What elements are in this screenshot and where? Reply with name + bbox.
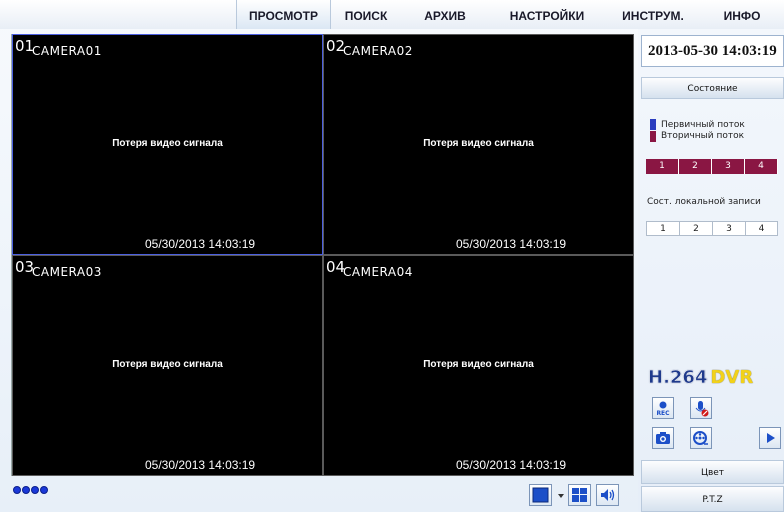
status-button[interactable]: Состояние <box>641 77 784 99</box>
playback-button[interactable] <box>690 427 712 449</box>
stream-channel-3: 3 <box>712 159 745 174</box>
top-nav-bar: ПРОСМОТР ПОИСК АРХИВ НАСТРОЙКИ ИНСТРУМ. … <box>0 0 784 29</box>
camera-name: CAMERA03 <box>32 265 102 279</box>
camera-tile-4[interactable]: 04 CAMERA04 Потеря видео сигнала 05/30/2… <box>323 255 634 476</box>
camera-tile-3[interactable]: 03 CAMERA03 Потеря видео сигнала 05/30/2… <box>12 255 323 476</box>
single-view-icon <box>532 487 549 503</box>
play-icon <box>767 433 775 443</box>
secondary-stream-swatch <box>650 131 656 142</box>
logo-dvr-text: DVR <box>710 367 754 388</box>
camera-timestamp: 05/30/2013 14:03:19 <box>456 237 567 251</box>
status-dot-4 <box>40 486 48 494</box>
rec-icon: REC <box>656 401 670 417</box>
camera-grid: 01 CAMERA01 Потеря видео сигнала 05/30/2… <box>11 34 634 476</box>
bottom-toolbar <box>11 478 634 512</box>
color-button[interactable]: Цвет <box>641 460 784 484</box>
video-loss-message: Потеря видео сигнала <box>423 138 534 149</box>
record-channel-2: 2 <box>679 221 712 236</box>
status-dot-3 <box>31 486 39 494</box>
datetime-display: 2013-05-30 14:03:19 <box>641 35 784 67</box>
playback-icon <box>693 431 708 445</box>
camera-name: CAMERA04 <box>343 265 413 279</box>
stream-channel-row: 1 2 3 4 <box>646 159 778 174</box>
tab-settings[interactable]: НАСТРОЙКИ <box>486 0 608 29</box>
right-side-panel: 2013-05-30 14:03:19 Состояние Первичный … <box>638 29 784 512</box>
volume-icon <box>601 489 615 501</box>
stream-channel-1: 1 <box>646 159 679 174</box>
camera-timestamp: 05/30/2013 14:03:19 <box>145 458 256 472</box>
camera-timestamp: 05/30/2013 14:03:19 <box>145 237 256 251</box>
stream-channel-4: 4 <box>745 159 778 174</box>
tab-tools[interactable]: ИНСТРУМ. <box>608 0 698 29</box>
status-dot-2 <box>22 486 30 494</box>
tab-archive[interactable]: АРХИВ <box>406 0 484 29</box>
primary-stream-label: Первичный поток <box>661 120 745 130</box>
dvr-main-window: ПРОСМОТР ПОИСК АРХИВ НАСТРОЙКИ ИНСТРУМ. … <box>0 0 784 512</box>
mic-mute-icon <box>695 401 709 417</box>
camera-name: CAMERA02 <box>343 44 413 58</box>
quad-view-icon <box>572 488 587 502</box>
camera-name: CAMERA01 <box>32 44 102 58</box>
volume-button[interactable] <box>596 484 619 506</box>
play-button[interactable] <box>759 427 781 449</box>
record-channel-1: 1 <box>646 221 679 236</box>
video-loss-message: Потеря видео сигнала <box>112 359 223 370</box>
layout-dropdown[interactable] <box>557 488 565 502</box>
dropdown-arrow-icon <box>558 494 564 498</box>
quad-view-button[interactable] <box>568 484 591 506</box>
rec-label: REC <box>656 410 670 417</box>
camera-tile-2[interactable]: 02 CAMERA02 Потеря видео сигнала 05/30/2… <box>323 34 634 255</box>
ptz-button[interactable]: P.T.Z <box>641 486 784 512</box>
snapshot-button[interactable] <box>652 427 674 449</box>
record-channel-row: 1 2 3 4 <box>646 221 778 236</box>
audio-mute-button[interactable] <box>690 397 712 419</box>
status-dot-1 <box>13 486 21 494</box>
secondary-stream-label: Вторичный поток <box>661 131 745 141</box>
logo-h264-text: H.264 <box>648 367 708 389</box>
video-loss-message: Потеря видео сигнала <box>423 359 534 370</box>
record-channel-3: 3 <box>712 221 745 236</box>
camera-timestamp: 05/30/2013 14:03:19 <box>456 458 567 472</box>
snapshot-icon <box>656 432 670 444</box>
tab-preview[interactable]: ПРОСМОТР <box>236 0 331 29</box>
h264-dvr-logo: H.264 DVR <box>648 367 754 389</box>
tab-search[interactable]: ПОИСК <box>331 0 401 29</box>
record-button[interactable]: REC <box>652 397 674 419</box>
video-loss-message: Потеря видео сигнала <box>112 138 223 149</box>
record-channel-4: 4 <box>745 221 778 236</box>
local-record-status-title: Сост. локальной записи <box>647 197 761 207</box>
stream-channel-2: 2 <box>679 159 712 174</box>
camera-tile-1[interactable]: 01 CAMERA01 Потеря видео сигнала 05/30/2… <box>12 34 323 255</box>
tab-info[interactable]: ИНФО <box>700 0 784 29</box>
single-view-button[interactable] <box>529 484 552 506</box>
primary-stream-swatch <box>650 119 656 130</box>
